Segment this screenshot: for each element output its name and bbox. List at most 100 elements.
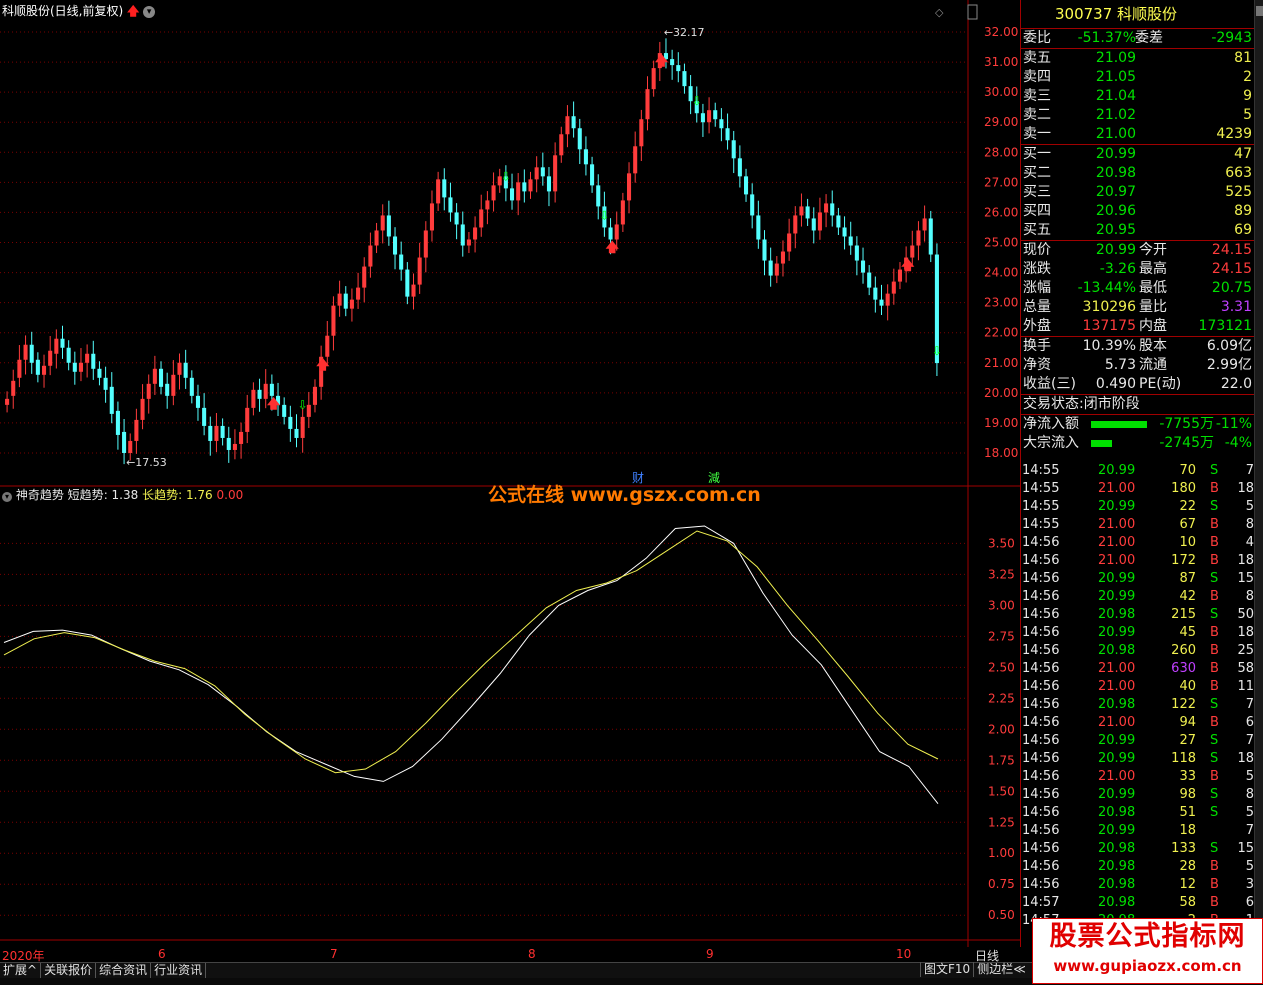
tick-price: 21.00: [1098, 661, 1136, 676]
flow-value: -2745万: [1159, 435, 1214, 451]
flow-bar: [1091, 440, 1112, 447]
tick-row[interactable]: 14:56 20.98 28 B 5: [1020, 858, 1254, 876]
tick-row[interactable]: 14:56 21.00 172 B 18: [1020, 552, 1254, 570]
tick-time: 14:56: [1022, 751, 1060, 766]
candle-body: [97, 368, 102, 378]
tick-row[interactable]: 14:56 20.99 87 S 15: [1020, 570, 1254, 588]
tick-row[interactable]: 14:56 20.98 215 S 50: [1020, 606, 1254, 624]
bid-row[interactable]: 买四 20.96 89: [1021, 202, 1254, 221]
tick-row[interactable]: 14:55 21.00 180 B 18: [1020, 480, 1254, 498]
candle-body: [854, 245, 859, 261]
tick-list[interactable]: 14:55 20.99 70 S 7 14:55 21.00 180 B 18 14:55 20.99…: [1020, 462, 1254, 947]
stock-name: 科顺股份: [1117, 5, 1178, 23]
tick-time: 14:57: [1022, 895, 1060, 910]
candle-body: [5, 398, 10, 405]
candle-body: [762, 239, 767, 261]
chevron-down-icon[interactable]: ▾: [2, 492, 12, 502]
candle-body: [158, 368, 164, 387]
y-tick-label: 0.75: [988, 877, 1015, 891]
candle-body: [553, 155, 558, 192]
candle-body: [608, 227, 613, 240]
scroll-thumb[interactable]: [1256, 6, 1263, 16]
tick-time: 14:55: [1022, 463, 1060, 478]
chevron-down-icon[interactable]: ▾: [143, 5, 156, 18]
bid-row[interactable]: 买五 20.95 69: [1021, 221, 1254, 240]
scroll-toggle-icon[interactable]: [967, 4, 978, 20]
candle-body: [288, 416, 293, 429]
candle-body: [220, 425, 225, 438]
tick-count: 7: [1245, 463, 1254, 478]
diamond-icon[interactable]: ◇: [935, 6, 944, 19]
candle-body: [405, 269, 410, 297]
candle-body: [23, 344, 28, 360]
tab-1[interactable]: 关联报价: [41, 963, 97, 978]
high-price-label: ←32.17: [664, 26, 705, 39]
tab-3[interactable]: 行业资讯: [151, 963, 207, 978]
x-tick-label: 10: [896, 947, 912, 961]
ask-row[interactable]: 卖一 21.00 4239: [1021, 125, 1254, 144]
stat-value: 2.99亿: [1206, 357, 1252, 373]
scrollbar[interactable]: [1254, 0, 1263, 947]
tick-volume: 98: [1179, 787, 1196, 802]
indicator-title[interactable]: ▾ 神奇趋势 短趋势: 1.38 长趋势: 1.76 0.00: [2, 486, 243, 502]
tick-row[interactable]: 14:56 20.99 18 7: [1020, 822, 1254, 840]
short-trend-label: 短趋势: [67, 488, 104, 502]
tick-row[interactable]: 14:57 20.98 58 B 6: [1020, 894, 1254, 912]
tick-price: 21.00: [1098, 535, 1136, 550]
candle-body: [177, 362, 182, 375]
candle-body: [750, 194, 755, 216]
ask-row[interactable]: 卖三 21.04 9: [1021, 87, 1254, 106]
ask-row[interactable]: 卖二 21.02 5: [1021, 106, 1254, 125]
candle-body: [343, 293, 348, 309]
tick-row[interactable]: 14:56 20.99 98 S 8: [1020, 786, 1254, 804]
tick-row[interactable]: 14:56 21.00 630 B 58: [1020, 660, 1254, 678]
tick-row[interactable]: 14:56 20.98 122 S 7: [1020, 696, 1254, 714]
tick-time: 14:56: [1022, 715, 1060, 730]
kline-chart-area[interactable]: 🡅 ⇩ 🡅 ⇩ ⇩ 🡅 🡅 ⇩ 🡅 ⇩ 32.00 31.00 30.00 29.00 28.00 27.0…: [0, 0, 1020, 947]
tick-row[interactable]: 14:56 20.99 27 S 7: [1020, 732, 1254, 750]
tick-row[interactable]: 14:56 21.00 33 B 5: [1020, 768, 1254, 786]
tick-side: B: [1210, 589, 1219, 604]
ask-row[interactable]: 卖五 21.09 81: [1021, 49, 1254, 68]
chart-canvas[interactable]: 🡅 ⇩ 🡅 ⇩ ⇩ 🡅 🡅 ⇩ 🡅 ⇩ 32.00 31.00 30.00 29.00 28.00 27.0…: [0, 0, 1020, 947]
tick-row[interactable]: 14:56 21.00 40 B 11: [1020, 678, 1254, 696]
tick-row[interactable]: 14:56 20.98 51 S 5: [1020, 804, 1254, 822]
tick-row[interactable]: 14:56 20.98 133 S 15: [1020, 840, 1254, 858]
tick-side: B: [1210, 895, 1219, 910]
tick-row[interactable]: 14:55 20.99 22 S 5: [1020, 498, 1254, 516]
promo-banner[interactable]: 股票公式指标网 www.gupiaozx.com.cn: [1032, 918, 1263, 984]
tab-0[interactable]: 扩展^: [0, 963, 42, 978]
bid-row[interactable]: 买三 20.97 525: [1021, 183, 1254, 202]
tick-row[interactable]: 14:56 21.00 94 B 6: [1020, 714, 1254, 732]
chart-title[interactable]: 科顺股份(日线,前复权) 🡅 ▾: [2, 2, 156, 18]
tick-row[interactable]: 14:55 20.99 70 S 7: [1020, 462, 1254, 480]
tick-row[interactable]: 14:56 20.98 12 B 3: [1020, 876, 1254, 894]
y-tick-label: 2.75: [988, 629, 1015, 643]
candle-body: [590, 164, 595, 186]
bid-row[interactable]: 买二 20.98 663: [1021, 164, 1254, 183]
tick-count: 5: [1245, 499, 1254, 514]
candle-body: [374, 230, 379, 246]
tick-side: B: [1210, 535, 1219, 550]
tick-side: B: [1210, 769, 1219, 784]
tick-price: 21.00: [1098, 715, 1136, 730]
tick-row[interactable]: 14:55 21.00 67 B 8: [1020, 516, 1254, 534]
tick-volume: 40: [1179, 679, 1196, 694]
tick-row[interactable]: 14:56 20.99 45 B 18: [1020, 624, 1254, 642]
tick-row[interactable]: 14:56 20.98 260 B 25: [1020, 642, 1254, 660]
book-volume: 525: [1225, 184, 1252, 200]
right-tab-0[interactable]: 图文F10: [920, 962, 973, 977]
tab-2[interactable]: 综合资讯: [96, 963, 152, 978]
tick-row[interactable]: 14:56 20.99 118 S 18: [1020, 750, 1254, 768]
tick-row[interactable]: 14:56 21.00 10 B 4: [1020, 534, 1254, 552]
candle-body: [78, 362, 84, 372]
ask-row[interactable]: 卖四 21.05 2: [1021, 68, 1254, 87]
bid-row[interactable]: 买一 20.99 47: [1021, 145, 1254, 164]
tick-row[interactable]: 14:56 20.99 42 B 8: [1020, 588, 1254, 606]
stat-value: 137175: [1082, 318, 1136, 334]
flow-pct: -11%: [1215, 416, 1252, 432]
right-tab-1[interactable]: 侧边栏≪: [973, 962, 1029, 977]
tick-time: 14:56: [1022, 643, 1060, 658]
tick-time: 14:56: [1022, 625, 1060, 640]
book-price: 21.05: [1095, 69, 1136, 85]
